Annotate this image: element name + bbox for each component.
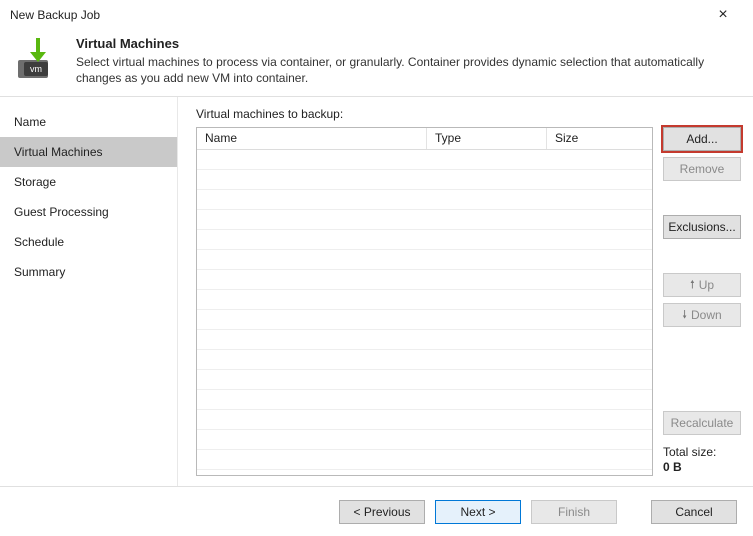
- down-label: Down: [691, 308, 722, 322]
- total-size-value: 0 B: [663, 460, 741, 476]
- arrow-down-icon: 🠗: [682, 306, 687, 325]
- vm-grid-header: Name Type Size: [197, 128, 652, 150]
- table-row: [197, 350, 652, 370]
- svg-text:vm: vm: [30, 64, 42, 74]
- col-name[interactable]: Name: [197, 128, 427, 149]
- total-size: Total size: 0 B: [663, 445, 741, 476]
- vm-download-icon: vm: [14, 36, 62, 84]
- step-guest-processing[interactable]: Guest Processing: [0, 197, 177, 227]
- step-summary[interactable]: Summary: [0, 257, 177, 287]
- table-row: [197, 190, 652, 210]
- down-button: 🠗 Down: [663, 303, 741, 327]
- step-virtual-machines[interactable]: Virtual Machines: [0, 137, 177, 167]
- up-label: Up: [699, 278, 714, 292]
- action-panel: Add... Remove Exclusions... 🠕 Up 🠗 Down …: [663, 127, 741, 476]
- remove-button: Remove: [663, 157, 741, 181]
- vm-grid[interactable]: Name Type Size: [196, 127, 653, 476]
- add-button[interactable]: Add...: [663, 127, 741, 151]
- wizard-header: vm Virtual Machines Select virtual machi…: [0, 30, 753, 97]
- window-title: New Backup Job: [10, 8, 100, 22]
- table-row: [197, 450, 652, 470]
- previous-button[interactable]: < Previous: [339, 500, 425, 524]
- page-title: Virtual Machines: [76, 36, 716, 51]
- table-row: [197, 390, 652, 410]
- wizard-steps: Name Virtual Machines Storage Guest Proc…: [0, 97, 178, 486]
- recalculate-button: Recalculate: [663, 411, 741, 435]
- table-row: [197, 250, 652, 270]
- vm-list-label: Virtual machines to backup:: [196, 107, 741, 121]
- step-storage[interactable]: Storage: [0, 167, 177, 197]
- step-schedule[interactable]: Schedule: [0, 227, 177, 257]
- exclusions-button[interactable]: Exclusions...: [663, 215, 741, 239]
- table-row: [197, 170, 652, 190]
- cancel-button[interactable]: Cancel: [651, 500, 737, 524]
- table-row: [197, 230, 652, 250]
- table-row: [197, 410, 652, 430]
- table-row: [197, 270, 652, 290]
- finish-button: Finish: [531, 500, 617, 524]
- table-row: [197, 150, 652, 170]
- table-row: [197, 330, 652, 350]
- table-row: [197, 290, 652, 310]
- col-type[interactable]: Type: [427, 128, 547, 149]
- step-name[interactable]: Name: [0, 107, 177, 137]
- table-row: [197, 310, 652, 330]
- table-row: [197, 370, 652, 390]
- title-bar: New Backup Job ×: [0, 0, 753, 30]
- up-button: 🠕 Up: [663, 273, 741, 297]
- wizard-footer: < Previous Next > Finish Cancel: [0, 486, 753, 536]
- page-subtitle: Select virtual machines to process via c…: [76, 54, 716, 86]
- vm-grid-body[interactable]: [197, 150, 652, 475]
- total-size-label: Total size:: [663, 445, 741, 461]
- col-size[interactable]: Size: [547, 128, 652, 149]
- table-row: [197, 430, 652, 450]
- close-icon[interactable]: ×: [703, 7, 743, 23]
- next-button[interactable]: Next >: [435, 500, 521, 524]
- arrow-up-icon: 🠕: [690, 276, 695, 295]
- table-row: [197, 210, 652, 230]
